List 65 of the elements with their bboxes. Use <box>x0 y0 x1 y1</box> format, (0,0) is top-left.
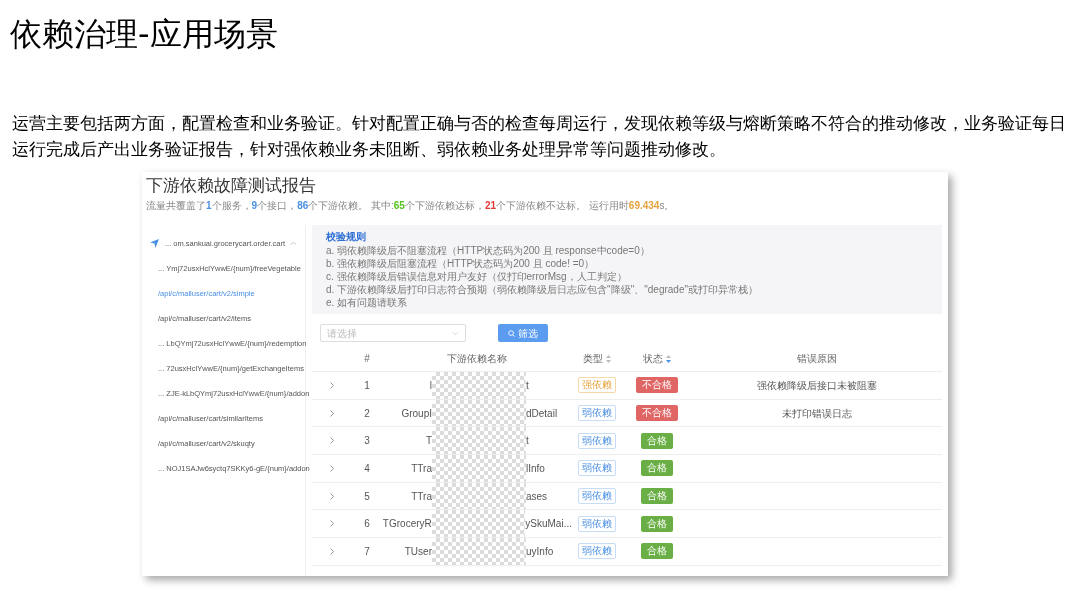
dependency-name: t <box>526 378 529 393</box>
rule-text: a. 弱依赖降级后不阻塞流程（HTTP状态码为200 且 response中code=0） <box>326 244 651 257</box>
type-tag: 弱依赖 <box>578 488 616 505</box>
dependency-name: lInfo <box>526 461 545 476</box>
column-header: 下游依赖名称 <box>447 352 507 366</box>
dependency-name: TTra <box>411 461 432 476</box>
sort-icon[interactable] <box>606 354 611 363</box>
dependency-name: dDetail <box>526 406 558 421</box>
column-header[interactable]: 状态 <box>643 351 663 366</box>
report-summary: 流量共覆盖了1个服务，9个接口，86个下游依赖。 其中:65个下游依赖达标，21个下游依赖不达标。 运行用时69.434s。 <box>146 199 676 213</box>
dependency-name: t <box>526 434 529 449</box>
sort-icon[interactable] <box>666 354 671 363</box>
type-tag: 弱依赖 <box>578 460 616 477</box>
dependency-name: TGroceryR <box>382 517 432 532</box>
type-tag: 弱依赖 <box>578 543 616 560</box>
row-number: 2 <box>364 406 370 421</box>
rules-title: 校验规则 <box>326 230 367 244</box>
dependency-name: ySkuMai... <box>525 517 572 532</box>
status-tag: 不合格 <box>636 377 678 394</box>
row-number: 6 <box>364 517 370 532</box>
expand-chevron-icon[interactable] <box>330 437 334 445</box>
row-number: 3 <box>364 434 370 449</box>
dependency-name: ases <box>526 489 548 504</box>
column-header: 错误原因 <box>797 352 837 366</box>
expand-chevron-icon[interactable] <box>330 520 334 528</box>
chevron-down-icon <box>452 330 459 336</box>
slide-paragraph: 运营主要包括两方面，配置检查和业务验证。针对配置正确与否的检查每周运行，发现依赖等级与熔断策略不符合的推动修改，业务验证每日运行完成后产出业务验证报告，针对强依赖业务未阻断、弱依赖业务处理异常等问题推动修改。 <box>11 112 1067 161</box>
status-tag: 合格 <box>641 515 673 532</box>
dependency-name: T <box>425 434 432 449</box>
expand-chevron-icon[interactable] <box>330 492 334 500</box>
dependency-name: GroupI <box>401 406 432 421</box>
row-number: 4 <box>364 461 370 476</box>
send-icon <box>150 239 159 248</box>
type-tag: 弱依赖 <box>578 515 616 532</box>
type-tag: 弱依赖 <box>578 405 616 422</box>
status-tag: 合格 <box>641 460 673 477</box>
dependency-name: TTra <box>411 489 432 504</box>
row-number: 1 <box>364 378 370 393</box>
type-tag: 强依赖 <box>578 377 616 394</box>
dependency-name: uyInfo <box>526 544 554 559</box>
dependency-name: l <box>429 378 432 393</box>
column-header: # <box>364 352 370 366</box>
rule-text: e. 如有问题请联系 <box>326 296 409 309</box>
status-tag: 合格 <box>641 543 673 560</box>
row-number: 7 <box>364 544 370 559</box>
dependency-name: TUser <box>404 544 432 559</box>
column-header[interactable]: 类型 <box>583 351 603 366</box>
expand-chevron-icon[interactable] <box>330 381 334 389</box>
slide-title: 依赖治理-应用场景 <box>9 14 279 54</box>
type-tag: 弱依赖 <box>578 432 616 449</box>
expand-chevron-icon[interactable] <box>330 464 334 472</box>
error-reason: 强依赖降级后接口未被阻塞 <box>757 378 877 393</box>
status-tag: 合格 <box>641 488 673 505</box>
search-icon <box>508 329 515 337</box>
rule-text: d. 下游依赖降级后打印日志符合预期（弱依赖降级后日志应包含"降级"、"degrade"或打印异常栈） <box>326 283 760 296</box>
expand-chevron-icon[interactable] <box>330 409 334 417</box>
rule-text: b. 强依赖降级后阻塞流程（HTTP状态码为200 且 code! =0） <box>326 257 596 270</box>
status-tag: 不合格 <box>636 405 678 422</box>
rule-text: c. 强依赖降级后错误信息对用户友好（仅打印errorMsg，人工判定） <box>326 270 628 283</box>
row-number: 5 <box>364 489 370 504</box>
expand-chevron-icon[interactable] <box>330 547 334 555</box>
report-title: 下游依赖故障测试报告 <box>146 175 317 197</box>
error-reason: 未打印错误日志 <box>782 406 852 421</box>
caret-icon[interactable] <box>290 241 297 246</box>
status-tag: 合格 <box>641 432 673 449</box>
